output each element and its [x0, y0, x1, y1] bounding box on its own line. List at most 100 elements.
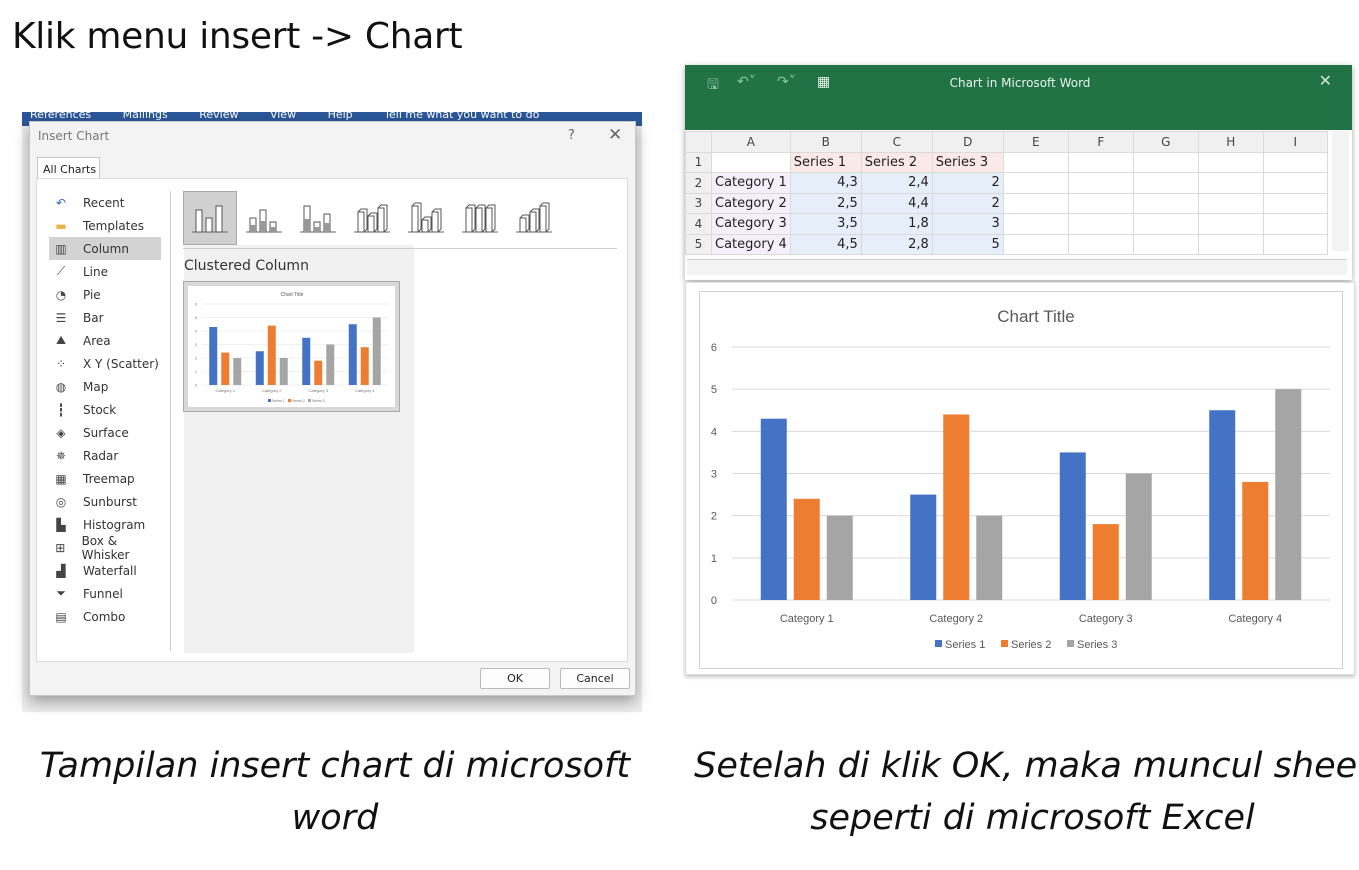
3d-100-stacked-column-icon[interactable] [453, 191, 507, 245]
column-header[interactable]: C [860, 131, 933, 153]
cell[interactable] [1132, 192, 1199, 214]
cell[interactable]: Series 2 [860, 151, 933, 173]
cell[interactable] [1067, 233, 1134, 255]
cell[interactable] [1067, 151, 1134, 173]
cell[interactable] [1262, 233, 1328, 255]
category-box-whisker[interactable]: ⊞ Box & Whisker [49, 534, 161, 562]
category-waterfall[interactable]: ▟ Waterfall [49, 559, 161, 582]
cell[interactable] [1002, 151, 1069, 173]
3d-stacked-column-icon[interactable] [399, 191, 453, 245]
category-radar[interactable]: ✵ Radar [49, 444, 161, 467]
category-funnel[interactable]: ⏷ Funnel [49, 582, 161, 605]
stacked-column-icon[interactable] [237, 191, 291, 245]
row-header[interactable]: 4 [685, 213, 712, 235]
cell[interactable]: Category 2 [711, 192, 791, 214]
column-header[interactable]: I [1262, 131, 1328, 153]
category-treemap[interactable]: ▦ Treemap [49, 467, 161, 490]
ribbon-references[interactable]: References [30, 112, 91, 121]
category-line[interactable]: ⟋ Line [49, 260, 161, 283]
3d-clustered-column-icon[interactable] [345, 191, 399, 245]
cell[interactable]: Category 3 [711, 213, 791, 235]
cell[interactable]: 4,3 [789, 172, 862, 194]
cell[interactable]: 3,5 [789, 213, 862, 235]
cell[interactable] [1262, 151, 1328, 173]
column-header[interactable]: A [711, 131, 791, 153]
redo-icon[interactable]: ↷˅ [777, 74, 796, 90]
ribbon-view[interactable]: View [270, 112, 296, 121]
spreadsheet-grid[interactable]: A B C D E F G H I 1 Series 1 Series 2 Series 3 2 Categ… [685, 131, 1328, 255]
column-header[interactable]: B [789, 131, 862, 153]
ribbon-help[interactable]: Help [328, 112, 353, 121]
cell[interactable] [1262, 213, 1328, 235]
column-header[interactable]: D [931, 131, 1004, 153]
cancel-button[interactable]: Cancel [560, 668, 630, 689]
category-x-y-scatter[interactable]: ⁘ X Y (Scatter) [49, 352, 161, 375]
3d-column-icon[interactable] [507, 191, 561, 245]
edit-data-excel-icon[interactable]: ▦ [817, 74, 830, 90]
row-header[interactable]: 3 [685, 192, 712, 214]
cell[interactable]: 3 [931, 213, 1004, 235]
cell[interactable]: 2,5 [789, 192, 862, 214]
cell[interactable]: 4,5 [789, 233, 862, 255]
help-button[interactable]: ? [568, 128, 575, 143]
cell[interactable]: 4,4 [860, 192, 933, 214]
cell[interactable] [1067, 192, 1134, 214]
cell[interactable] [1067, 213, 1134, 235]
cell[interactable] [1002, 192, 1069, 214]
cell[interactable] [1132, 213, 1199, 235]
excel-close-button[interactable]: ✕ [1319, 71, 1332, 90]
clustered-column-icon[interactable] [183, 191, 237, 245]
cell[interactable] [1002, 213, 1069, 235]
category-templates[interactable]: ▬ Templates [49, 214, 161, 237]
column-header[interactable]: H [1197, 131, 1264, 153]
category-stock[interactable]: ┇ Stock [49, 398, 161, 421]
chart-preview[interactable]: Chart Title 0 1 2 3 4 5 6 Category 1 Category 2 Ca… [183, 281, 400, 412]
select-all-corner[interactable] [685, 131, 712, 153]
cell[interactable]: Category 4 [711, 233, 791, 255]
cell[interactable] [1002, 233, 1069, 255]
cell[interactable] [711, 151, 791, 173]
cell[interactable] [1197, 172, 1264, 194]
category-combo[interactable]: ▤ Combo [49, 605, 161, 628]
category-map[interactable]: ◍ Map [49, 375, 161, 398]
cell[interactable] [1262, 192, 1328, 214]
column-header[interactable]: F [1067, 131, 1134, 153]
undo-icon[interactable]: ↶˅ [737, 74, 756, 90]
ribbon-mailings[interactable]: Mailings [123, 112, 168, 121]
cell[interactable] [1197, 233, 1264, 255]
cell[interactable]: Category 1 [711, 172, 791, 194]
cell[interactable] [1132, 172, 1199, 194]
cell[interactable]: 2,4 [860, 172, 933, 194]
column-header[interactable]: G [1132, 131, 1199, 153]
row-header[interactable]: 1 [685, 151, 712, 173]
cell[interactable] [1197, 192, 1264, 214]
vertical-scrollbar[interactable] [1332, 131, 1349, 251]
cell[interactable] [1132, 233, 1199, 255]
category-column[interactable]: ▥ Column [49, 237, 161, 260]
category-recent[interactable]: ↶ Recent [49, 191, 161, 214]
cell[interactable] [1002, 172, 1069, 194]
category-surface[interactable]: ◈ Surface [49, 421, 161, 444]
chart-container[interactable]: Chart Title 0 1 2 3 4 5 6 Category 1 Category 2 Ca… [685, 282, 1355, 675]
cell[interactable] [1262, 172, 1328, 194]
cell[interactable] [1132, 151, 1199, 173]
cell[interactable] [1197, 213, 1264, 235]
cell[interactable]: Series 3 [931, 151, 1004, 173]
ribbon-review[interactable]: Review [199, 112, 238, 121]
category-pie[interactable]: ◔ Pie [49, 283, 161, 306]
tab-all-charts[interactable]: All Charts [37, 157, 100, 179]
100-stacked-column-icon[interactable] [291, 191, 345, 245]
row-header[interactable]: 5 [685, 233, 712, 255]
category-area[interactable]: ⛰ Area [49, 329, 161, 352]
ok-button[interactable]: OK [480, 668, 550, 689]
cell[interactable]: 2,8 [860, 233, 933, 255]
close-button[interactable]: ✕ [608, 125, 622, 145]
category-sunburst[interactable]: ◎ Sunburst [49, 490, 161, 513]
category-bar[interactable]: ☰ Bar [49, 306, 161, 329]
cell[interactable] [1197, 151, 1264, 173]
row-header[interactable]: 2 [685, 172, 712, 194]
cell[interactable]: 1,8 [860, 213, 933, 235]
cell[interactable]: 2 [931, 172, 1004, 194]
save-icon[interactable]: 🖫 [707, 74, 719, 98]
cell[interactable] [1067, 172, 1134, 194]
